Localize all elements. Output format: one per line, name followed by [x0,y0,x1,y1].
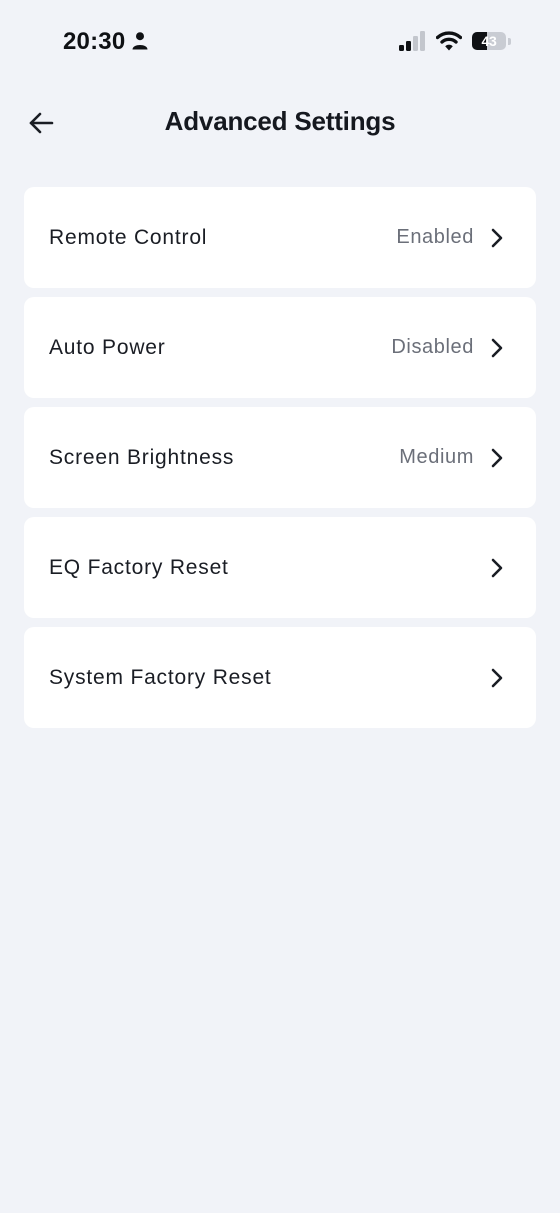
setting-label: EQ Factory Reset [49,555,229,579]
chevron-right-icon [491,448,503,467]
cellular-signal-icon [399,31,425,51]
status-bar: 20:30 43 [0,0,560,80]
chevron-right-icon [491,668,503,687]
setting-label: Screen Brightness [49,445,235,469]
chevron-right-icon [491,338,503,357]
status-indicators: 43 [398,28,512,54]
wifi-icon [436,31,462,51]
battery-cap [508,37,511,45]
settings-list: Remote Control Enabled Auto Power Disabl… [24,187,536,728]
page-title: Advanced Settings [164,106,396,136]
battery-icon: 43 [472,31,512,51]
header: Advanced Settings [0,90,560,154]
setting-label: Auto Power [49,335,166,359]
status-time: 20:30 [63,28,126,55]
setting-auto-power[interactable]: Auto Power Disabled [24,297,536,398]
setting-system-factory-reset[interactable]: System Factory Reset [24,627,536,728]
setting-label: Remote Control [49,225,208,249]
setting-screen-brightness[interactable]: Screen Brightness Medium [24,407,536,508]
setting-eq-factory-reset[interactable]: EQ Factory Reset [24,517,536,618]
person-icon [132,32,148,50]
setting-value: Medium [399,446,474,468]
chevron-right-icon [491,228,503,247]
setting-value: Disabled [391,336,474,358]
setting-label: System Factory Reset [49,665,272,689]
setting-remote-control[interactable]: Remote Control Enabled [24,187,536,288]
battery-body: 43 [472,32,506,50]
battery-level: 43 [481,33,497,49]
chevron-right-icon [491,558,503,577]
setting-value: Enabled [396,226,474,248]
